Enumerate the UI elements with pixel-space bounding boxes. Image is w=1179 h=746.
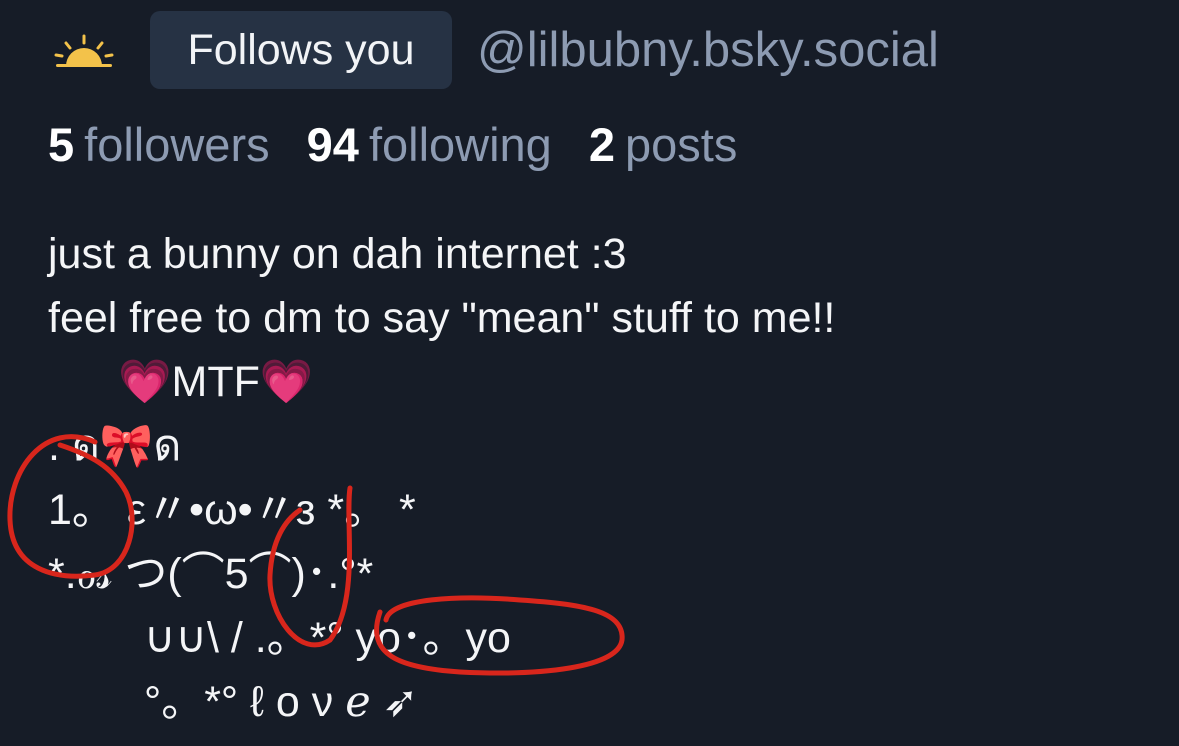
follows-you-badge: Follows you: [150, 11, 452, 89]
bio-line: just a bunny on dah internet :3: [48, 230, 627, 278]
posts-count: 2: [588, 118, 616, 171]
bio-line: feel free to dm to say "mean" stuff to m…: [48, 294, 836, 342]
following-stat[interactable]: 94 following: [307, 117, 552, 173]
sunrise-icon: [54, 34, 114, 67]
following-label: following: [368, 118, 552, 171]
bio-line: *.ℴ𝓈 つ(⌒5⌒)･.°*: [48, 550, 374, 598]
followers-count: 5: [48, 118, 75, 171]
bio-line: 💗MTF💗: [118, 358, 314, 406]
profile-handle[interactable]: @lilbubny.bsky.social: [477, 21, 939, 80]
following-count: 94: [306, 118, 359, 171]
posts-stat: 2 posts: [589, 117, 737, 173]
bio-line: ∪∪\ / .。*° yo･。yo: [144, 614, 511, 662]
profile-bio: just a bunny on dah internet :3 feel fre…: [48, 222, 835, 734]
bio-line: °。*° ℓ ο ν ℯ ➶: [144, 678, 419, 726]
followers-stat[interactable]: 5 followers: [48, 117, 270, 173]
profile-stats: 5 followers 94 following 2 posts: [48, 117, 761, 173]
bio-line: . ด🎀ด: [48, 422, 182, 470]
posts-label: posts: [625, 118, 738, 171]
followers-label: followers: [84, 118, 270, 171]
bio-line: 1。 ε〃•ω•〃з *。 *: [48, 486, 416, 534]
